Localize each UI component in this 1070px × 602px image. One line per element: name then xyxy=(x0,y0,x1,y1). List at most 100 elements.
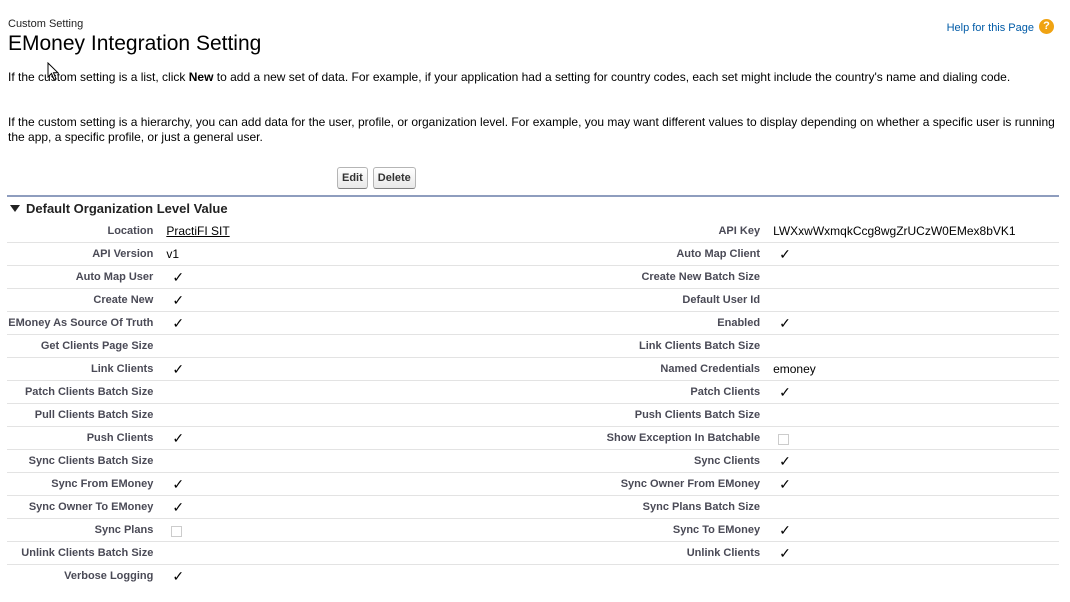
field-value-text: emoney xyxy=(773,362,816,376)
field-value: ✓ xyxy=(166,266,334,288)
page-title: EMoney Integration Setting xyxy=(8,32,262,55)
help-for-this-page-link[interactable]: Help for this Page xyxy=(947,22,1034,34)
field-value: ✓ xyxy=(773,243,1059,265)
field-value: LWXxwWxmqkCcg8wgZrUCzW0EMex8bVK1 xyxy=(773,220,1059,242)
field-label: Push Clients xyxy=(86,432,154,444)
field-label: Sync From EMoney xyxy=(51,478,154,490)
description-hierarchy: If the custom setting is a hierarchy, yo… xyxy=(8,115,1055,144)
field-label: Default User Id xyxy=(682,294,761,306)
field-label: Create New Batch Size xyxy=(641,271,761,283)
checkmark-icon: ✓ xyxy=(172,361,185,377)
field-label: API Key xyxy=(718,225,761,237)
field-label: Sync Plans Batch Size xyxy=(642,501,761,513)
field-label xyxy=(335,565,774,588)
field-value: ✓ xyxy=(166,289,334,311)
field-label: Push Clients Batch Size xyxy=(634,409,761,421)
field-value xyxy=(773,404,1059,426)
field-label: Auto Map User xyxy=(75,271,154,283)
field-label: Patch Clients xyxy=(690,386,761,398)
section-header[interactable]: Default Organization Level Value xyxy=(10,201,228,216)
detail-row: EMoney As Source Of Truth ✓ Enabled ✓ xyxy=(7,312,1059,335)
field-label: Show Exception In Batchable xyxy=(606,432,761,444)
field-label: Sync Clients xyxy=(694,455,761,467)
detail-row: Push Clients ✓ Show Exception In Batchable xyxy=(7,427,1059,450)
page-header: Custom Setting EMoney Integration Settin… xyxy=(8,18,261,56)
checkmark-icon: ✓ xyxy=(779,453,791,469)
help-area: Help for this Page ? xyxy=(947,19,1054,34)
edit-button[interactable]: Edit xyxy=(337,167,368,189)
field-label: EMoney As Source Of Truth xyxy=(8,317,154,329)
detail-row: Pull Clients Batch Size Push Clients Batc… xyxy=(7,404,1059,427)
unchecked-box-icon xyxy=(778,434,790,445)
field-value: emoney xyxy=(773,358,1059,380)
field-label: Location xyxy=(107,225,154,237)
detail-row: Sync From EMoney ✓ Sync Owner From EMoney ✓ xyxy=(7,473,1059,496)
field-label: Create New xyxy=(93,294,154,306)
checkmark-icon: ✓ xyxy=(172,269,185,285)
field-value: ✓ xyxy=(166,312,334,334)
field-value xyxy=(166,404,334,426)
field-value xyxy=(166,450,334,472)
detail-table: Location PractiFI SIT API Key LWXxwWxmqkCcg… xyxy=(7,220,1059,588)
field-label: Unlink Clients xyxy=(686,547,761,559)
checkmark-icon: ✓ xyxy=(172,292,185,308)
field-value: ✓ xyxy=(773,450,1059,472)
detail-row: Create New ✓ Default User Id xyxy=(7,289,1059,312)
field-value: ✓ xyxy=(773,473,1059,495)
field-label: Sync Owner To EMoney xyxy=(28,501,154,513)
field-value xyxy=(166,381,334,403)
field-label: Link Clients Batch Size xyxy=(639,340,761,352)
field-label: Auto Map Client xyxy=(676,248,761,260)
checkmark-icon: ✓ xyxy=(172,568,185,584)
checkmark-icon: ✓ xyxy=(172,476,185,492)
field-label: Sync Clients Batch Size xyxy=(28,455,154,467)
field-value: v1 xyxy=(166,243,334,265)
detail-row: Unlink Clients Batch Size Unlink Clients ✓ xyxy=(7,542,1059,565)
field-value: ✓ xyxy=(166,496,334,518)
field-label: Pull Clients Batch Size xyxy=(34,409,154,421)
field-value xyxy=(166,335,334,357)
help-question-icon[interactable]: ? xyxy=(1039,19,1054,34)
field-value: ✓ xyxy=(166,565,334,588)
description-list-new: New xyxy=(188,70,214,84)
detail-row: Get Clients Page Size Link Clients Batch … xyxy=(7,335,1059,358)
field-label: Verbose Logging xyxy=(64,570,154,582)
detail-row: Sync Plans Sync To EMoney ✓ xyxy=(7,519,1059,542)
detail-row: Verbose Logging ✓ xyxy=(7,565,1059,588)
checkmark-icon: ✓ xyxy=(779,246,791,262)
unchecked-box-icon xyxy=(171,526,183,537)
checkmark-icon: ✓ xyxy=(779,315,791,331)
field-value xyxy=(773,335,1059,357)
field-label: Patch Clients Batch Size xyxy=(24,386,154,398)
field-label: Sync Plans xyxy=(94,524,154,536)
detail-row: Sync Owner To EMoney ✓ Sync Plans Batch Si… xyxy=(7,496,1059,519)
delete-button[interactable]: Delete xyxy=(372,167,416,189)
field-value xyxy=(773,427,1059,449)
field-value: ✓ xyxy=(773,381,1059,403)
field-value xyxy=(166,542,334,564)
field-value xyxy=(773,565,1059,588)
section-title: Default Organization Level Value xyxy=(26,201,228,216)
field-label: Sync To EMoney xyxy=(672,524,761,536)
field-value: ✓ xyxy=(166,427,334,449)
field-value: ✓ xyxy=(773,312,1059,334)
checkmark-icon: ✓ xyxy=(779,476,791,492)
collapse-triangle-icon[interactable] xyxy=(10,205,20,212)
field-label: Enabled xyxy=(717,317,761,329)
location-link[interactable]: PractiFI SIT xyxy=(166,224,229,238)
field-value: ✓ xyxy=(773,542,1059,564)
field-label: Link Clients xyxy=(90,363,154,375)
detail-row: Location PractiFI SIT API Key LWXxwWxmqkCcg… xyxy=(7,220,1059,243)
field-value: ✓ xyxy=(166,473,334,495)
detail-row: Auto Map User ✓ Create New Batch Size xyxy=(7,266,1059,289)
field-label: Sync Owner From EMoney xyxy=(620,478,761,490)
detail-row: Patch Clients Batch Size Patch Clients ✓ xyxy=(7,381,1059,404)
detail-row: Sync Clients Batch Size Sync Clients ✓ xyxy=(7,450,1059,473)
field-value xyxy=(773,289,1059,311)
detail-row: Link Clients ✓ Named Credentials emoney xyxy=(7,358,1059,381)
field-value xyxy=(773,266,1059,288)
description-list: If the custom setting is a list, click N… xyxy=(8,70,1063,85)
checkmark-icon: ✓ xyxy=(779,384,791,400)
button-bar: Edit Delete xyxy=(337,167,416,189)
checkmark-icon: ✓ xyxy=(172,499,185,515)
